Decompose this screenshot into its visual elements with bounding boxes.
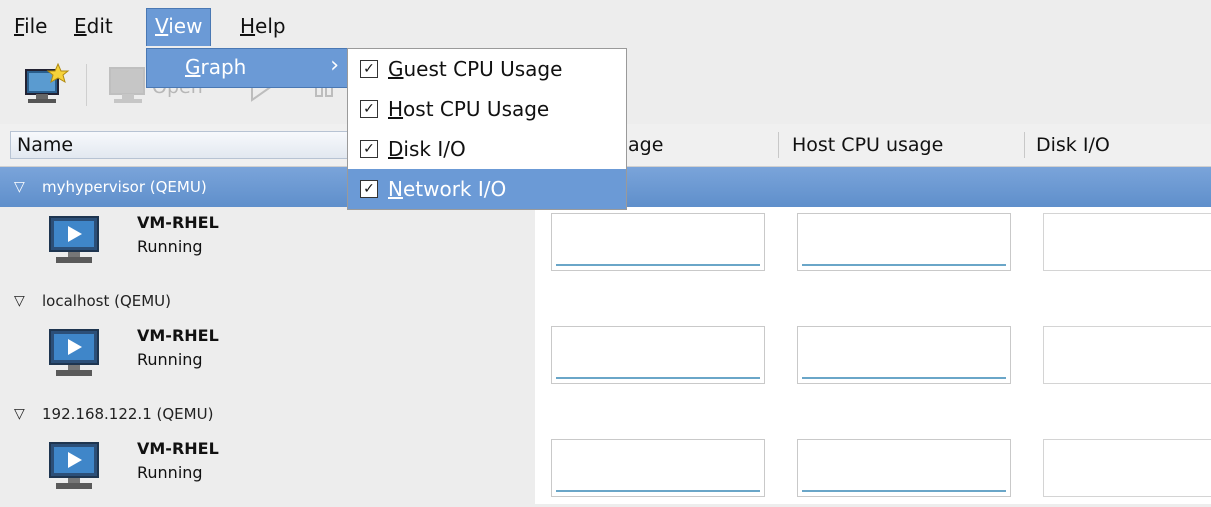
host-cpu-graph [797,326,1011,384]
menu-item-guest-cpu-usage[interactable]: ✓ Guest CPU Usage [348,49,626,89]
menu-file-label: ile [24,14,48,38]
vm-row[interactable]: VM-RHEL Running [0,207,1211,281]
vm-name: VM-RHEL [137,439,219,458]
vm-status: Running [137,463,203,482]
column-divider [778,132,779,158]
disk-io-graph [1043,439,1211,497]
expander-icon[interactable]: ▽ [14,167,25,207]
checkbox-icon[interactable]: ✓ [360,140,378,158]
column-header-guest-cpu[interactable]: age [628,124,663,166]
menu-item-label: Guest CPU Usage [388,57,563,81]
monitor-icon [49,329,99,376]
expander-icon[interactable]: ▽ [14,394,25,434]
vm-status: Running [137,350,203,369]
vm-list: ▽ myhypervisor (QEMU) VM-RHEL Running ▽ … [0,167,1211,504]
guest-cpu-graph [551,326,765,384]
disk-io-graph [1043,213,1211,271]
host-cpu-graph [797,439,1011,497]
menu-item-host-cpu-usage[interactable]: ✓ Host CPU Usage [348,89,626,129]
menu-help[interactable]: Help [232,8,294,44]
column-header-name-label: Name [17,134,74,156]
connection-name: myhypervisor (QEMU) [42,178,207,196]
new-vm-icon [25,62,70,103]
host-cpu-graph [797,213,1011,271]
vm-row[interactable]: VM-RHEL Running [0,320,1211,394]
menu-file[interactable]: File [6,8,55,44]
expander-icon[interactable]: ▽ [14,281,25,321]
menu-item-label: Disk I/O [388,137,466,161]
menu-view[interactable]: View [146,8,212,46]
menu-edit[interactable]: Edit [66,8,121,44]
menu-edit-label: dit [86,14,113,38]
menu-item-label: Host CPU Usage [388,97,550,121]
menu-help-mnemonic: H [240,14,256,38]
vm-status: Running [137,237,203,256]
checkbox-icon[interactable]: ✓ [360,60,378,78]
menu-bar: File Edit View Help [0,0,1211,46]
guest-cpu-graph [551,213,765,271]
open-vm-icon [109,67,145,103]
vm-name: VM-RHEL [137,213,219,232]
graph-mnemonic: G [185,55,201,79]
menu-file-mnemonic: F [14,14,25,38]
menu-view-label: iew [168,14,203,38]
guest-cpu-graph [551,439,765,497]
menu-edit-mnemonic: E [74,14,87,38]
graph-submenu: ✓ Guest CPU Usage ✓ Host CPU Usage ✓ Dis… [347,48,627,210]
connection-row[interactable]: ▽ localhost (QEMU) [0,281,1211,321]
menu-item-network-io[interactable]: ✓ Network I/O [348,169,626,209]
column-header-name[interactable]: Name [10,131,355,159]
column-divider [1024,132,1025,158]
monitor-icon [49,442,99,489]
view-menu-graph-item[interactable]: Graph › [146,48,350,88]
menu-help-label: elp [255,14,286,38]
menu-item-label: Network I/O [388,177,507,201]
monitor-icon [49,216,99,263]
vm-name: VM-RHEL [137,326,219,345]
disk-io-graph [1043,326,1211,384]
vm-row[interactable]: VM-RHEL Running [0,433,1211,507]
new-vm-button[interactable] [14,58,74,114]
column-header-disk-io-label: Disk I/O [1036,134,1110,156]
column-header-host-cpu[interactable]: Host CPU usage [792,124,943,166]
checkbox-icon[interactable]: ✓ [360,180,378,198]
graph-label-rest: raph [200,55,247,79]
connection-name: 192.168.122.1 (QEMU) [42,405,214,423]
connection-row[interactable]: ▽ 192.168.122.1 (QEMU) [0,394,1211,434]
column-header-guest-cpu-label: age [628,134,664,156]
column-header-disk-io[interactable]: Disk I/O [1036,124,1110,166]
menu-view-mnemonic: V [155,14,169,38]
column-header-host-cpu-label: Host CPU usage [792,134,944,156]
graph-menu-label: Graph [185,55,246,79]
menu-item-disk-io[interactable]: ✓ Disk I/O [348,129,626,169]
checkbox-icon[interactable]: ✓ [360,100,378,118]
toolbar-separator [86,64,87,106]
chevron-right-icon: › [330,53,339,78]
connection-name: localhost (QEMU) [42,292,172,310]
